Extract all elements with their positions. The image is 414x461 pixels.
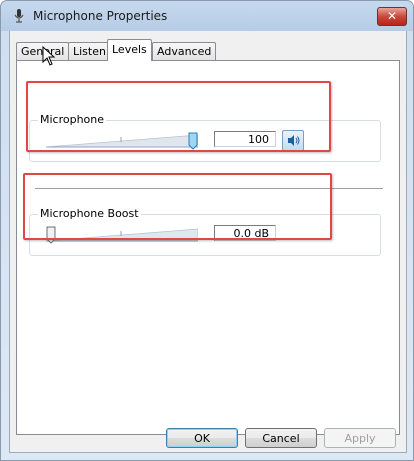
ok-button[interactable]: OK xyxy=(166,428,238,448)
close-button[interactable]: ✕ xyxy=(377,7,407,26)
mouse-cursor-icon xyxy=(42,46,56,66)
mute-toggle-button[interactable] xyxy=(282,130,304,151)
microphone-boost-value[interactable]: 0.0 dB xyxy=(214,225,276,241)
separator xyxy=(35,188,383,190)
microphone-group: Microphone 100 xyxy=(29,113,381,162)
cancel-button[interactable]: Cancel xyxy=(245,428,317,448)
microphone-label: Microphone xyxy=(38,113,107,126)
microphone-icon xyxy=(14,9,24,23)
microphone-slider-thumb[interactable] xyxy=(188,132,198,150)
microphone-boost-slider[interactable] xyxy=(46,226,198,247)
dialog-client: General Listen Levels Advanced Microphon… xyxy=(9,31,407,453)
microphone-boost-group: Microphone Boost 0.0 dB xyxy=(29,207,381,256)
apply-button[interactable]: Apply xyxy=(324,428,396,448)
microphone-boost-label: Microphone Boost xyxy=(38,207,141,220)
tab-listen[interactable]: Listen xyxy=(68,42,111,60)
window-title: Microphone Properties xyxy=(33,9,168,23)
slider-ramp xyxy=(46,228,198,242)
speaker-icon xyxy=(288,135,300,146)
microphone-value[interactable]: 100 xyxy=(214,131,276,147)
tab-advanced[interactable]: Advanced xyxy=(152,42,217,60)
levels-panel: Microphone 100 Microphone Boost 0.0 dB xyxy=(16,60,400,435)
slider-ramp xyxy=(46,134,198,148)
microphone-slider[interactable] xyxy=(46,132,198,153)
boost-slider-thumb[interactable] xyxy=(46,226,56,244)
properties-window: Microphone Properties ✕ General Listen L… xyxy=(0,0,414,461)
title-bar[interactable]: Microphone Properties ✕ xyxy=(1,1,413,31)
tab-levels[interactable]: Levels xyxy=(107,39,152,61)
